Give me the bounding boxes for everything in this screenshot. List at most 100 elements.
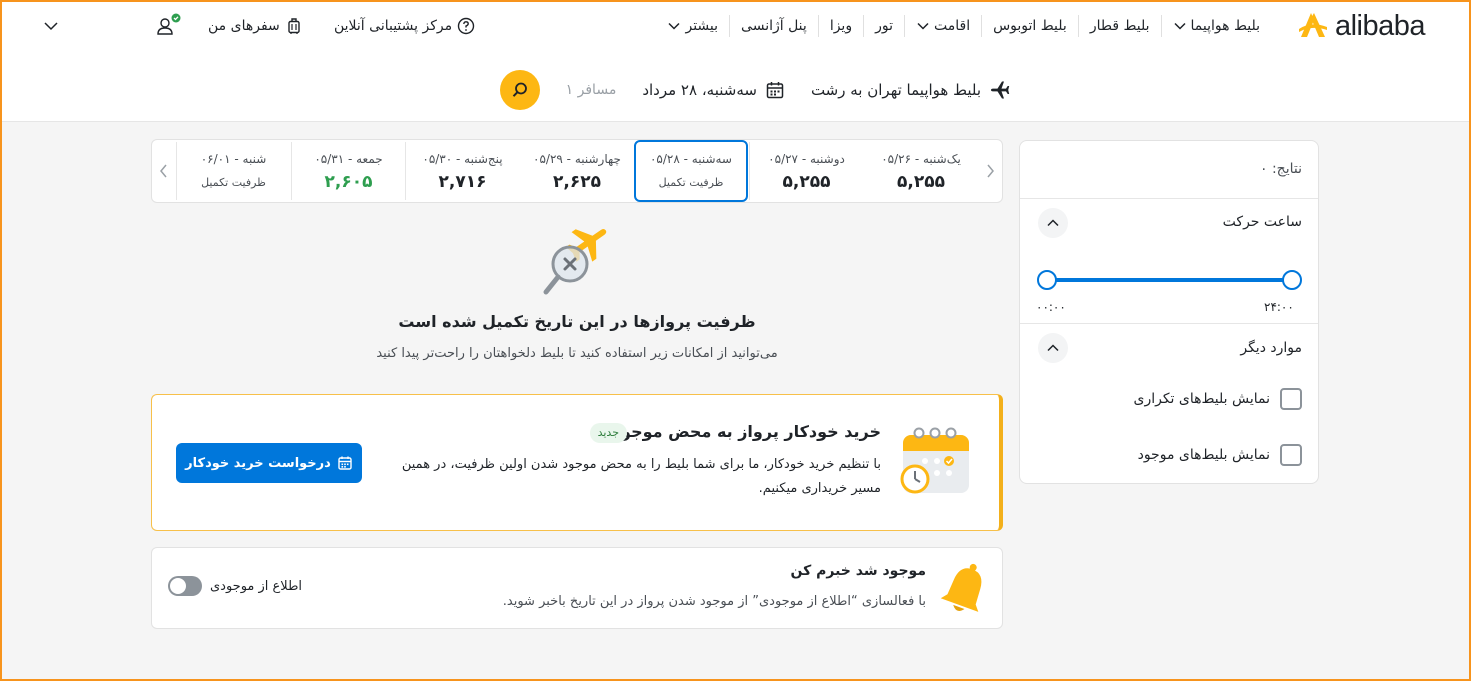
collapse-header-button[interactable] <box>42 8 60 44</box>
date-summary[interactable]: سه‌شنبه، ۲۸ مرداد <box>616 80 785 100</box>
option-show-duplicate-tickets[interactable]: نمایش بلیط‌های تکراری <box>1133 388 1302 410</box>
nav-tour[interactable]: تور <box>863 15 904 37</box>
top-header: alibaba بلیط هواپیما بلیط قطار بلیط اتوب… <box>0 0 1471 122</box>
date-price-strip: یک‌شنبه - ۰۵/۲۶ ۵,۲۵۵ دوشنبه - ۰۵/۲۷ ۵,۲… <box>151 139 1003 203</box>
filter-sidebar: نتایج: ۰ ساعت حرکت ۰۰:۰۰ ۲۴:۰۰ موارد دیگ… <box>1019 140 1319 484</box>
alibaba-logo[interactable]: alibaba <box>1297 8 1426 44</box>
date-option-0527[interactable]: دوشنبه - ۰۵/۲۷ ۵,۲۵۵ <box>749 142 863 200</box>
chevron-down-icon <box>1173 22 1186 30</box>
chevron-down-icon <box>44 22 58 31</box>
other-options-title: موارد دیگر <box>1240 340 1302 356</box>
alibaba-logo-icon <box>1298 13 1327 37</box>
main-nav: بلیط هواپیما بلیط قطار بلیط اتوبوس اقامت… <box>656 8 1271 44</box>
chevron-down-icon <box>917 22 929 30</box>
user-account-button[interactable] <box>155 8 181 44</box>
departure-time-slider-track[interactable] <box>1047 278 1292 282</box>
no-flights-illustration-icon <box>543 228 607 295</box>
departure-time-max-handle[interactable] <box>1282 270 1302 290</box>
passenger-text: ۱ مسافر <box>565 82 617 98</box>
date-price-cheapest: ۲,۶۰۵ <box>324 172 373 192</box>
calendar-icon <box>766 82 784 99</box>
notify-description: با فعالسازی “اطلاع از موجودی” از موجود ش… <box>502 594 926 609</box>
chevron-down-icon <box>668 22 680 30</box>
logo-text: alibaba <box>1334 9 1426 42</box>
nav-visa[interactable]: ویزا <box>817 15 863 37</box>
date-option-0526[interactable]: یک‌شنبه - ۰۵/۲۶ ۵,۲۵۵ <box>864 142 978 200</box>
nav-visa-label: ویزا <box>829 18 853 34</box>
nav-more[interactable]: بیشتر <box>656 15 729 37</box>
nav-flight[interactable]: بلیط هواپیما <box>1160 15 1271 37</box>
route-summary[interactable]: بلیط هواپیما تهران به رشت <box>785 79 1011 101</box>
results-count: نتایج: ۰ <box>1259 161 1302 177</box>
search-icon <box>512 82 527 97</box>
availability-notify-card: موجود شد خبرم کن با فعالسازی “اطلاع از م… <box>151 547 1003 629</box>
support-question-icon <box>457 17 475 35</box>
notify-title: موجود شد خبرم کن <box>790 563 927 579</box>
chevron-up-icon <box>1047 344 1059 352</box>
nav-train[interactable]: بلیط قطار <box>1077 15 1161 37</box>
my-trips-link[interactable]: سفرهای من <box>208 8 303 44</box>
nav-accommodation[interactable]: اقامت <box>903 15 981 37</box>
toggle-switch[interactable] <box>168 576 202 596</box>
collapse-other-options-button[interactable] <box>1038 333 1068 363</box>
calendar-clock-illustration-icon <box>900 427 969 494</box>
date-price: ۲,۷۱۶ <box>438 172 487 192</box>
support-link[interactable]: مرکز پشتیبانی آنلاین <box>334 8 475 44</box>
toggle-knob <box>170 578 186 594</box>
chevron-right-icon <box>987 164 994 178</box>
divider <box>1020 323 1318 324</box>
collapse-departure-time-button[interactable] <box>1038 208 1068 238</box>
my-trips-label: سفرهای من <box>208 18 280 34</box>
date-option-0601[interactable]: شنبه - ۰۶/۰۱ ظرفیت تکمیل <box>176 142 290 200</box>
date-label: سه‌شنبه - ۰۵/۲۸ <box>649 152 732 166</box>
date-label: جمعه - ۰۵/۳۱ <box>314 152 383 166</box>
next-dates-button[interactable] <box>152 140 176 202</box>
date-price: ۵,۲۵۵ <box>782 172 831 192</box>
auto-purchase-description: با تنظیم خرید خودکار، ما برای شما بلیط ر… <box>401 457 881 496</box>
departure-time-max-label: ۲۴:۰۰ <box>1264 300 1294 314</box>
availability-notify-toggle[interactable]: اطلاع از موجودی <box>168 576 302 596</box>
date-label: چهارشنبه - ۰۵/۲۹ <box>533 152 621 166</box>
chevron-up-icon <box>1047 219 1059 227</box>
nav-train-label: بلیط قطار <box>1089 18 1150 34</box>
departure-time-min-label: ۰۰:۰۰ <box>1036 300 1066 314</box>
auto-purchase-title: خرید خودکار پرواز به محض موجودی <box>598 422 881 441</box>
bell-icon <box>940 563 982 612</box>
search-button[interactable] <box>499 70 540 110</box>
empty-state-title: ظرفیت پروازها در این تاریخ تکمیل شده است <box>398 312 756 331</box>
date-option-0529[interactable]: چهارشنبه - ۰۵/۲۹ ۲,۶۲۵ <box>520 142 634 200</box>
departure-time-min-handle[interactable] <box>1037 270 1057 290</box>
previous-dates-button[interactable] <box>978 140 1002 202</box>
divider <box>1020 198 1318 199</box>
date-option-0530[interactable]: پنج‌شنبه - ۰۵/۳۰ ۲,۷۱۶ <box>405 142 519 200</box>
option-label: نمایش بلیط‌های تکراری <box>1133 391 1270 407</box>
empty-state-subtitle: می‌توانید از امکانات زیر استفاده کنید تا… <box>376 346 778 361</box>
option-show-available-tickets[interactable]: نمایش بلیط‌های موجود <box>1138 444 1302 466</box>
search-summary[interactable]: بلیط هواپیما تهران به رشت سه‌شنبه، ۲۸ مر… <box>499 70 1011 110</box>
nav-tour-label: تور <box>875 18 893 34</box>
support-label: مرکز پشتیبانی آنلاین <box>334 18 453 34</box>
date-label: پنج‌شنبه - ۰۵/۳۰ <box>422 152 503 166</box>
date-sold-out: ظرفیت تکمیل <box>658 176 724 189</box>
option-label: نمایش بلیط‌های موجود <box>1137 447 1270 463</box>
date-option-0528-selected[interactable]: سه‌شنبه - ۰۵/۲۸ ظرفیت تکمیل <box>634 140 748 202</box>
chevron-left-icon <box>160 164 167 178</box>
date-price: ۵,۲۵۵ <box>897 172 945 192</box>
passenger-summary[interactable]: ۱ مسافر <box>540 82 617 98</box>
nav-flight-label: بلیط هواپیما <box>1190 18 1260 34</box>
date-label: یک‌شنبه - ۰۵/۲۶ <box>881 152 961 166</box>
nav-bus[interactable]: بلیط اتوبوس <box>981 15 1078 37</box>
new-badge: جدید <box>589 423 627 443</box>
calendar-icon <box>338 456 352 470</box>
date-option-0531[interactable]: جمعه - ۰۵/۳۱ ۲,۶۰۵ <box>291 142 405 200</box>
toggle-label: اطلاع از موجودی <box>210 578 303 594</box>
auto-purchase-button-label: درخواست خرید خودکار <box>185 455 331 471</box>
luggage-icon <box>288 18 300 34</box>
date-label: شنبه - ۰۶/۰۱ <box>200 152 267 166</box>
airplane-icon <box>991 81 1010 99</box>
route-text: بلیط هواپیما تهران به رشت <box>810 81 981 99</box>
auto-purchase-request-button[interactable]: درخواست خرید خودکار <box>176 443 362 483</box>
nav-agency-panel[interactable]: پنل آژانسی <box>729 15 818 37</box>
checkbox[interactable] <box>1280 444 1302 466</box>
checkbox[interactable] <box>1280 388 1302 410</box>
